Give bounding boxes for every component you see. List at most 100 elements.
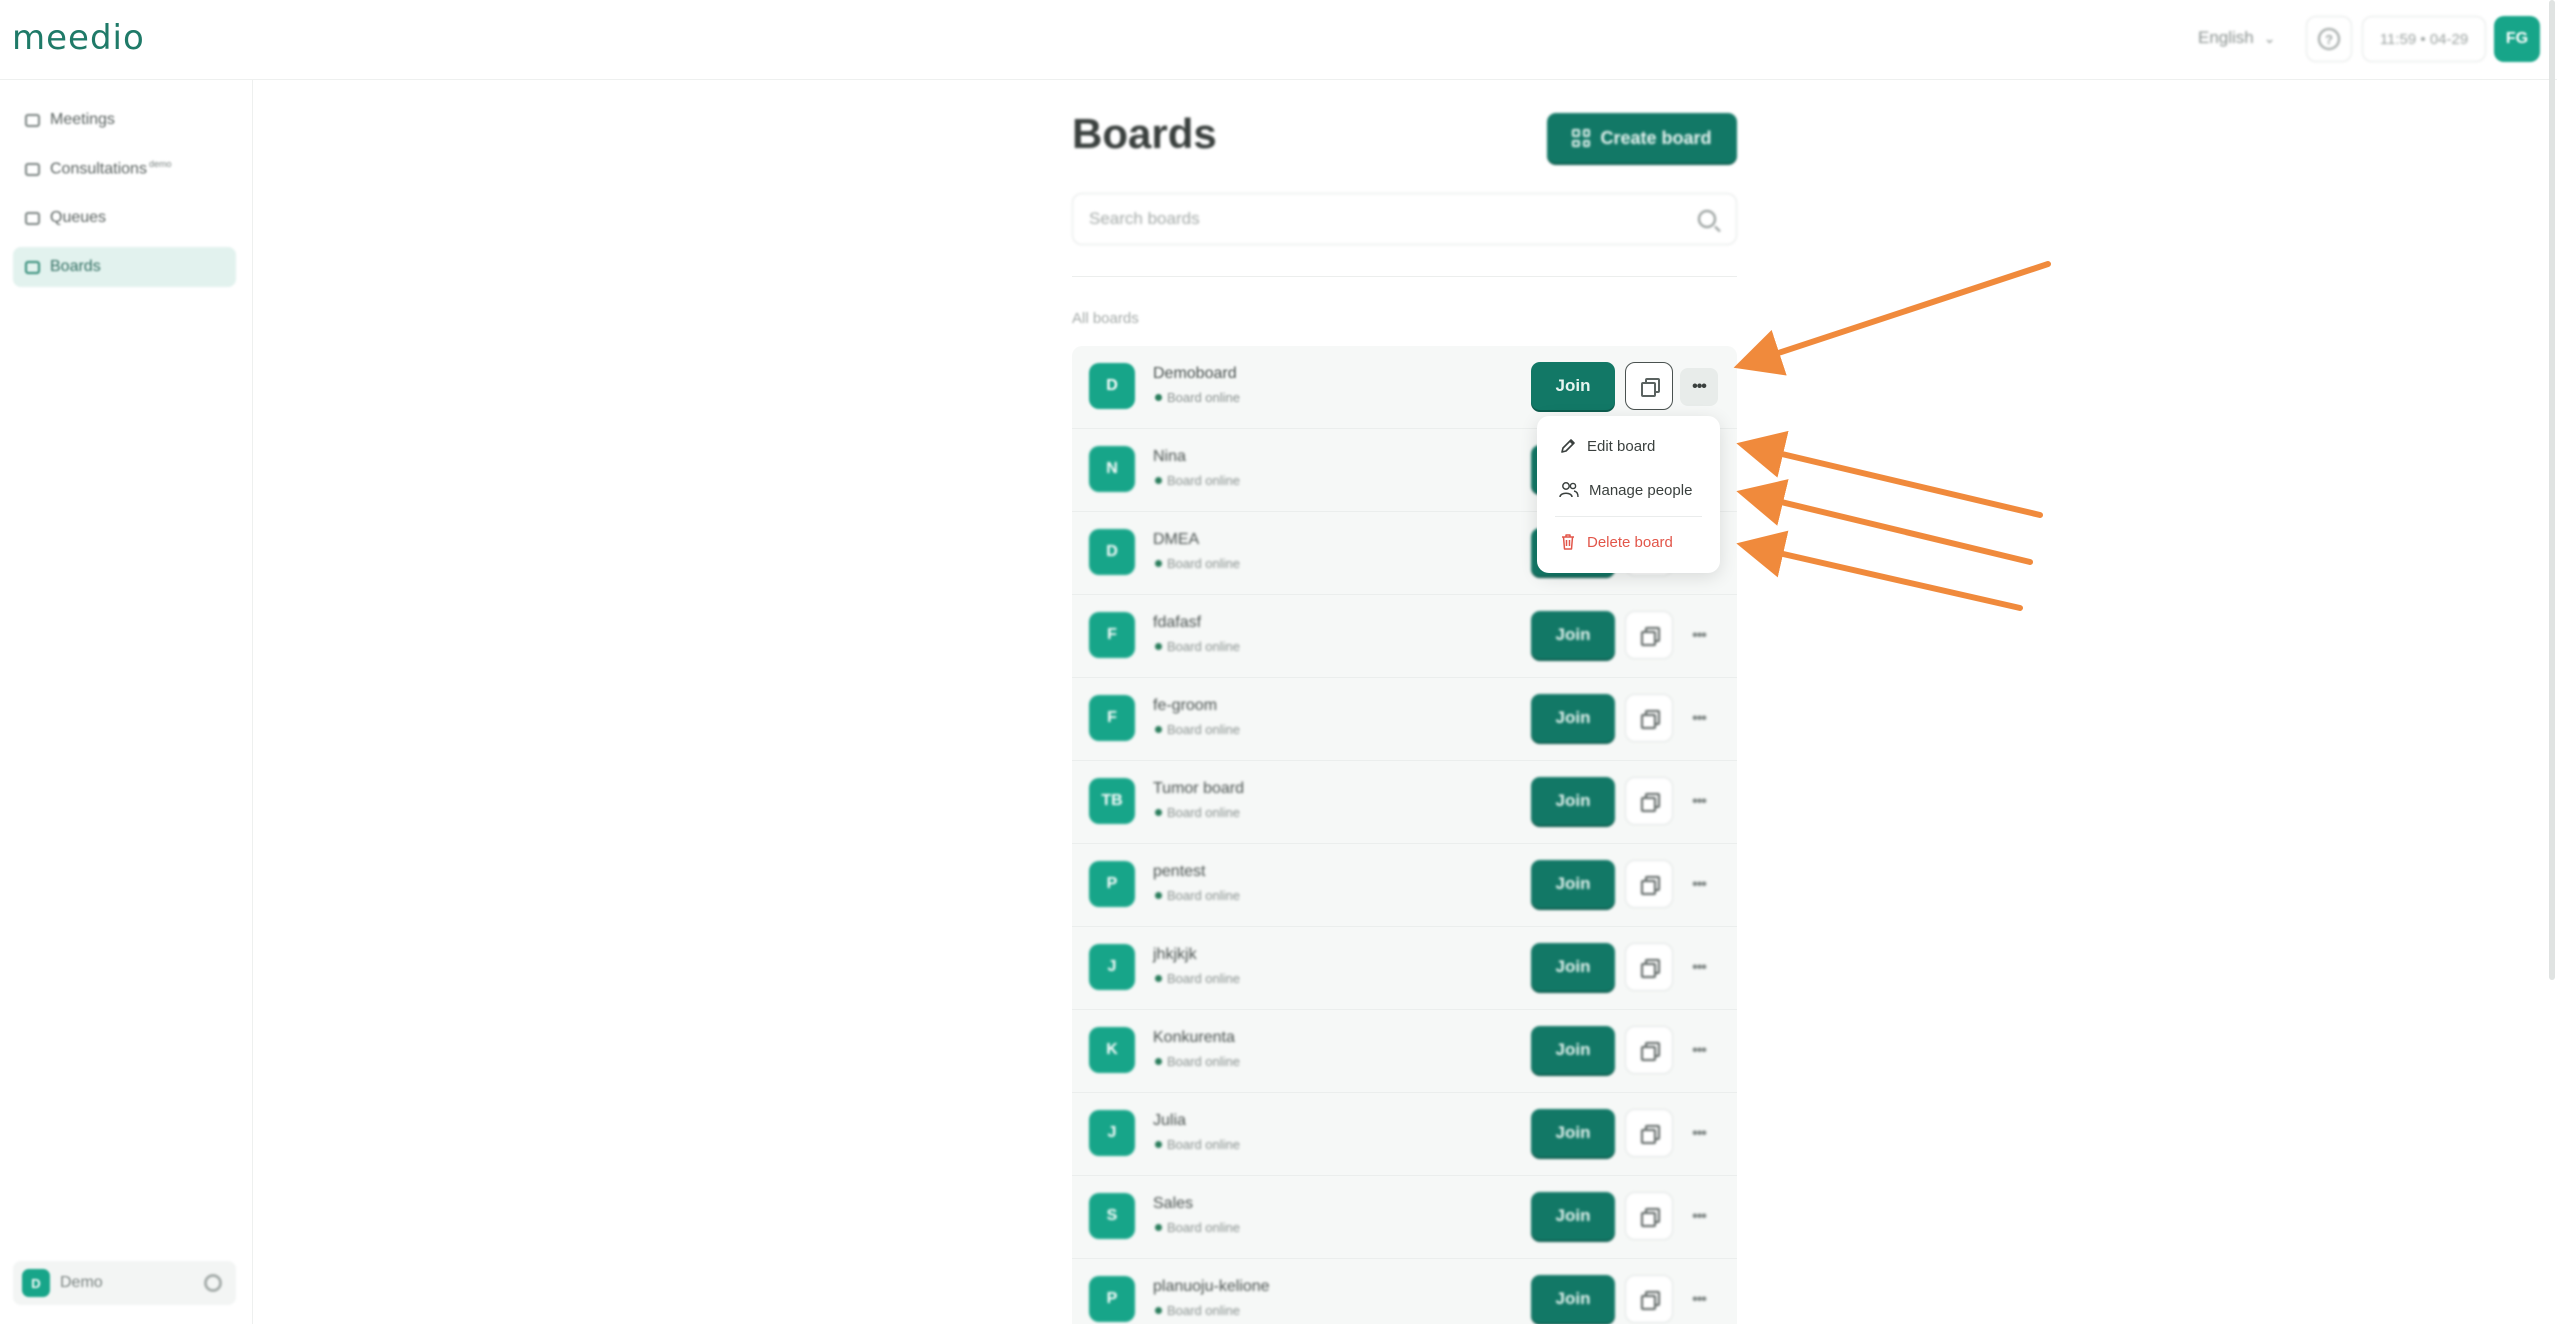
copy-link-button[interactable]: [1625, 777, 1673, 825]
board-row-content: Ppentest Board online Join •••: [1072, 844, 1737, 926]
board-row: K Konkurenta Board online Join •••: [1072, 1010, 1737, 1093]
board-row: J Julia Board online Join •••: [1072, 1093, 1737, 1176]
copy-icon: [1641, 793, 1660, 812]
grid-icon: [1572, 129, 1591, 147]
pencil-icon: [1559, 437, 1577, 455]
time-indicator: 11:59 • 04-29: [2362, 16, 2486, 62]
search-input[interactable]: Search boards: [1072, 193, 1737, 245]
more-options-button[interactable]: •••: [1680, 866, 1718, 904]
join-button[interactable]: Join: [1531, 611, 1615, 659]
sidebar-item-label: Meetings: [50, 111, 115, 128]
join-button[interactable]: Join: [1531, 1109, 1615, 1157]
board-name: Sales: [1153, 1195, 1194, 1212]
demo-badge: demo: [148, 159, 172, 170]
copy-link-button[interactable]: [1625, 1109, 1673, 1157]
status-dot: [1155, 1307, 1162, 1314]
join-button[interactable]: Join: [1531, 860, 1615, 908]
sidebar-item-boards[interactable]: Boards: [13, 247, 236, 287]
sidebar-item-consultations[interactable]: Consultations demo: [13, 149, 236, 189]
app-logo[interactable]: meedio: [12, 18, 145, 58]
join-button[interactable]: Join: [1531, 1026, 1615, 1074]
copy-link-button[interactable]: [1625, 1275, 1673, 1323]
board-status-label: Board online: [1167, 888, 1240, 903]
status-dot: [1155, 643, 1162, 650]
board-row-content: K Konkurenta Board online Join •••: [1072, 1010, 1737, 1092]
people-icon: [1559, 481, 1579, 499]
board-row: Ffe-groom Board online Join •••: [1072, 678, 1737, 761]
status-dot: [1155, 560, 1162, 567]
board-row: Ffdafasf Board online Join •••: [1072, 595, 1737, 678]
board-status: Board online: [1155, 390, 1240, 405]
board-actions-menu: Edit board Manage people Delete board: [1537, 416, 1720, 573]
board-avatar: J: [1089, 1110, 1135, 1156]
board-avatar: D: [1089, 363, 1135, 409]
copy-link-button[interactable]: [1625, 694, 1673, 742]
copy-link-button[interactable]: [1625, 1192, 1673, 1240]
more-options-button[interactable]: •••: [1680, 700, 1718, 738]
sidebar-item-label: Consultations: [50, 160, 147, 178]
board-status: Board online: [1155, 1303, 1240, 1318]
menu-item-label: Delete board: [1587, 533, 1673, 551]
board-name: Tumor board: [1153, 780, 1244, 797]
status-dot: [1155, 1058, 1162, 1065]
copy-link-button[interactable]: [1625, 611, 1673, 659]
join-button[interactable]: Join: [1531, 1275, 1615, 1323]
board-name: pentest: [1153, 863, 1206, 880]
copy-link-button[interactable]: [1625, 860, 1673, 908]
search-placeholder: Search boards: [1089, 209, 1200, 228]
copy-link-button[interactable]: [1625, 1026, 1673, 1074]
board-name: jhkjkjk: [1153, 946, 1197, 963]
more-options-button[interactable]: •••: [1680, 1198, 1718, 1236]
create-board-button[interactable]: Create board: [1547, 113, 1737, 163]
board-avatar: F: [1089, 612, 1135, 658]
menu-item-edit-board[interactable]: Edit board: [1537, 424, 1720, 468]
board-row-content: J Julia Board online Join •••: [1072, 1093, 1737, 1175]
help-button[interactable]: ?: [2306, 16, 2352, 62]
board-row-content: Ffdafasf Board online Join •••: [1072, 595, 1737, 677]
more-options-button[interactable]: •••: [1680, 1281, 1718, 1319]
board-avatar: F: [1089, 695, 1135, 741]
more-options-button[interactable]: •••: [1680, 1115, 1718, 1153]
more-options-button[interactable]: •••: [1680, 617, 1718, 655]
org-name: Demo: [60, 1274, 103, 1291]
scrollbar[interactable]: [2549, 0, 2555, 980]
search-icon[interactable]: [1698, 210, 1716, 228]
board-status-label: Board online: [1167, 805, 1240, 820]
user-avatar[interactable]: FG: [2494, 16, 2540, 62]
join-button[interactable]: Join: [1531, 694, 1615, 742]
board-status-label: Board online: [1167, 722, 1240, 737]
section-label: All boards: [1072, 310, 1139, 327]
help-icon: ?: [2318, 28, 2340, 50]
board-avatar: TB: [1089, 778, 1135, 824]
board-status-label: Board online: [1167, 1054, 1240, 1069]
join-button[interactable]: Join: [1531, 943, 1615, 991]
board-row-content: S Sales Board online Join •••: [1072, 1176, 1737, 1258]
board-status-label: Board online: [1167, 473, 1240, 488]
sidebar-item-meetings[interactable]: Meetings: [13, 100, 236, 140]
sidebar-item-queues[interactable]: Queues: [13, 198, 236, 238]
more-options-button[interactable]: •••: [1680, 1032, 1718, 1070]
board-row-content: Jjhkjkjk Board online Join •••: [1072, 927, 1737, 1009]
more-options-button[interactable]: •••: [1680, 949, 1718, 987]
join-button[interactable]: Join: [1531, 777, 1615, 825]
board-status-label: Board online: [1167, 971, 1240, 986]
more-options-button[interactable]: •••: [1680, 368, 1718, 406]
org-switcher[interactable]: D Demo: [13, 1261, 236, 1305]
top-bar: meedio English ⌄ ? 11:59 • 04-29 FG: [0, 0, 2557, 80]
join-button[interactable]: Join: [1531, 1192, 1615, 1240]
copy-link-button[interactable]: [1625, 362, 1673, 410]
gear-icon[interactable]: [204, 1274, 222, 1292]
more-options-button[interactable]: •••: [1680, 783, 1718, 821]
join-button[interactable]: Join: [1531, 362, 1615, 410]
copy-link-button[interactable]: [1625, 943, 1673, 991]
board-status-label: Board online: [1167, 1220, 1240, 1235]
board-name: Nina: [1153, 448, 1186, 465]
divider: [1072, 276, 1737, 277]
board-status: Board online: [1155, 722, 1240, 737]
board-row: S Sales Board online Join •••: [1072, 1176, 1737, 1259]
board-status-label: Board online: [1167, 390, 1240, 405]
board-row: Ppentest Board online Join •••: [1072, 844, 1737, 927]
menu-item-delete-board[interactable]: Delete board: [1537, 520, 1720, 564]
menu-item-manage-people[interactable]: Manage people: [1537, 468, 1720, 512]
language-selector[interactable]: English ⌄: [2198, 28, 2276, 48]
